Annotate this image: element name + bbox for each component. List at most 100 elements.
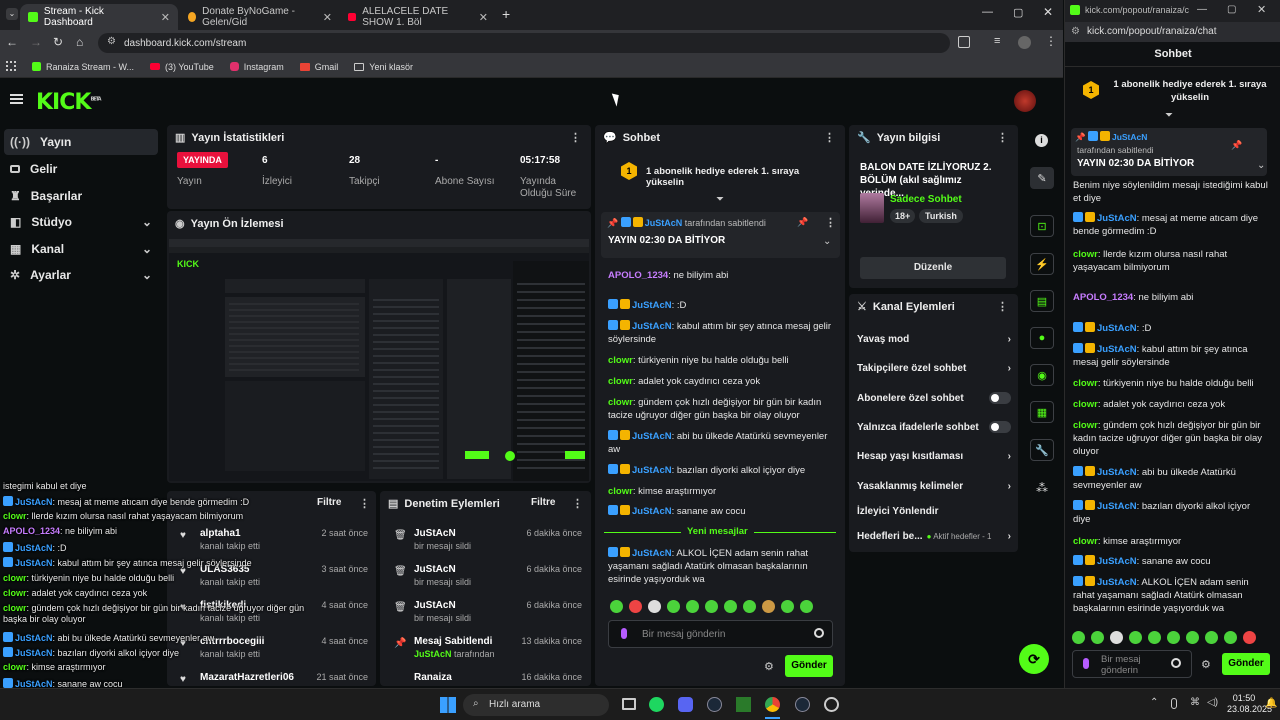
close-tab-icon[interactable]: ✕ [323, 11, 332, 24]
tab-youtube[interactable]: ALELACELE DATE SHOW 1. Böl ✕ [340, 4, 496, 30]
chevron-down-icon[interactable]: ⌄ [1257, 160, 1265, 171]
unpin-icon[interactable]: 📌 [1231, 140, 1242, 151]
chat-username[interactable]: clowr [1073, 399, 1098, 410]
forward-icon[interactable]: → [30, 35, 42, 49]
chat-username[interactable]: JuStAcN [632, 506, 672, 517]
emote-icon[interactable] [1129, 631, 1142, 644]
emote-icon[interactable] [781, 600, 794, 613]
filter-button[interactable]: Filtre [531, 497, 555, 508]
network-icon[interactable]: ⌘ [1190, 697, 1200, 708]
emote-icon[interactable] [629, 600, 642, 613]
bookmark-youtube[interactable]: (3) YouTube [150, 62, 214, 72]
chat-settings-icon[interactable]: ⚙ [764, 660, 774, 673]
close-tab-icon[interactable]: ✕ [479, 11, 488, 24]
chat-input[interactable]: Bir mesaj gönderin [608, 620, 833, 648]
emoji-picker-icon[interactable] [1171, 658, 1181, 668]
chat-username[interactable]: clowr [1073, 536, 1098, 547]
sidebar-item-ayarlar[interactable]: ✲ Ayarlar ⌄ [4, 262, 158, 288]
sidebar-item-kanal[interactable]: ▦ Kanal ⌄ [4, 236, 158, 262]
chat-username[interactable]: JuStAcN [1097, 577, 1137, 588]
more-options-icon[interactable]: ⋮ [824, 131, 835, 144]
emote-icon[interactable] [610, 600, 623, 613]
action-slow-mode[interactable]: Yavaş mod › [857, 334, 1011, 345]
more-options-icon[interactable]: ⋮ [572, 497, 583, 510]
chat-username[interactable]: JuStAcN [1097, 501, 1137, 512]
unpin-icon[interactable]: 📌 [797, 217, 808, 228]
action-goals[interactable]: Hedefleri be... ● Aktif hedefler - 1 › [857, 531, 1011, 542]
emote-icon[interactable] [1224, 631, 1237, 644]
emote-icon[interactable] [762, 600, 775, 613]
microphone-icon[interactable] [621, 628, 627, 639]
filter-button[interactable]: Filtre [317, 497, 341, 508]
tab-kick-dashboard[interactable]: Stream - Kick Dashboard ✕ [20, 4, 178, 30]
emote-icon[interactable] [1243, 631, 1256, 644]
tag-badge[interactable]: 18+ [890, 209, 916, 223]
action-account-age[interactable]: Hesap yaşı kısıtlaması › [857, 451, 1011, 462]
sidebar-item-basarilar[interactable]: ♜ Başarılar [4, 183, 158, 209]
clock[interactable]: 01:50 23.08.2025 [1227, 693, 1272, 715]
tab-donate[interactable]: Donate ByNoGame - Gelen/Gid ✕ [180, 4, 340, 30]
site-info-icon[interactable]: ⚙ [107, 36, 116, 47]
emote-icon[interactable] [1205, 631, 1218, 644]
chat-username[interactable]: clowr [608, 397, 633, 408]
chat-username[interactable]: clowr [608, 355, 633, 366]
chat-username[interactable]: clowr [608, 376, 633, 387]
mod-pinned-by[interactable]: JuStAcN [414, 649, 452, 659]
emote-icon[interactable] [1167, 631, 1180, 644]
emote-icon[interactable] [724, 600, 737, 613]
sidebar-item-gelir[interactable]: Gelir [4, 156, 158, 182]
chat-username[interactable]: JuStAcN [1097, 344, 1137, 355]
broadcast-icon[interactable]: ◉ [1030, 364, 1054, 386]
bookmark-folder[interactable]: Yeni klasör [354, 62, 413, 72]
microphone-icon[interactable] [1083, 658, 1089, 669]
emote-icon[interactable] [800, 600, 813, 613]
chat-username[interactable]: clowr [608, 486, 633, 497]
tag-badge[interactable]: Turkish [919, 209, 963, 223]
action-banned-words[interactable]: Yasaklanmış kelimeler › [857, 481, 1011, 492]
chat-username[interactable]: JuStAcN [632, 465, 672, 476]
discord-icon[interactable] [678, 697, 693, 712]
chat-username[interactable]: APOLO_1234 [608, 270, 668, 281]
send-button[interactable]: Gönder [785, 655, 833, 677]
edit-pencil-icon[interactable]: ✎ [1030, 167, 1054, 189]
emote-icon[interactable] [648, 600, 661, 613]
emoji-picker-icon[interactable] [814, 628, 824, 638]
home-icon[interactable]: ⌂ [76, 35, 83, 49]
chat-username[interactable]: JuStAcN [1097, 556, 1137, 567]
chat-username[interactable]: JuStAcN [632, 300, 672, 311]
profile-avatar[interactable] [1018, 36, 1031, 49]
maximize-button[interactable]: ▢ [1227, 4, 1236, 15]
subs-only-toggle[interactable] [989, 392, 1011, 404]
popout-chat-input[interactable]: Bir mesaj gönderin [1072, 650, 1192, 678]
emote-icon[interactable] [1072, 631, 1085, 644]
close-tab-icon[interactable]: ✕ [161, 11, 170, 24]
microphone-icon[interactable] [1171, 698, 1177, 709]
steam-icon[interactable] [795, 697, 810, 712]
more-options-icon[interactable]: ⋮ [359, 497, 370, 510]
chat-username[interactable]: APOLO_1234 [1073, 292, 1133, 303]
kick-logo[interactable]: KICKBETA [36, 90, 102, 115]
pinned-by-user[interactable]: JuStAcN [645, 218, 683, 228]
sidebar-item-yayin[interactable]: ((·)) Yayın [4, 129, 158, 155]
minimize-button[interactable]: — [982, 6, 993, 18]
quick-actions-button[interactable]: ⟳ [1019, 644, 1049, 674]
emote-icon[interactable] [705, 600, 718, 613]
reload-icon[interactable]: ↻ [53, 35, 63, 49]
chat-username[interactable]: JuStAcN [632, 431, 672, 442]
action-followers-only[interactable]: Takipçilere özel sohbet › [857, 363, 1011, 374]
edit-button[interactable]: Düzenle [860, 257, 1006, 279]
volume-icon[interactable]: ◁) [1207, 697, 1218, 708]
notifications-icon[interactable]: 🔔 [1265, 698, 1277, 709]
spotify-icon[interactable] [649, 697, 664, 712]
emote-icon[interactable] [686, 600, 699, 613]
chat-username[interactable]: JuStAcN [632, 321, 672, 332]
url-field[interactable]: ⚙ dashboard.kick.com/stream [98, 33, 950, 53]
popout-url[interactable]: kick.com/popout/ranaiza/chat [1087, 26, 1217, 37]
bookmark-ranaiza[interactable]: Ranaiza Stream - W... [32, 62, 134, 72]
extensions-icon[interactable] [958, 36, 970, 48]
pinned-by-user[interactable]: JuStAcN [1112, 132, 1147, 142]
emote-icon[interactable] [667, 600, 680, 613]
media-icon[interactable]: ≡ [994, 35, 1000, 47]
emote-only-toggle[interactable] [989, 421, 1011, 433]
notes-icon[interactable]: ▤ [1030, 290, 1054, 312]
